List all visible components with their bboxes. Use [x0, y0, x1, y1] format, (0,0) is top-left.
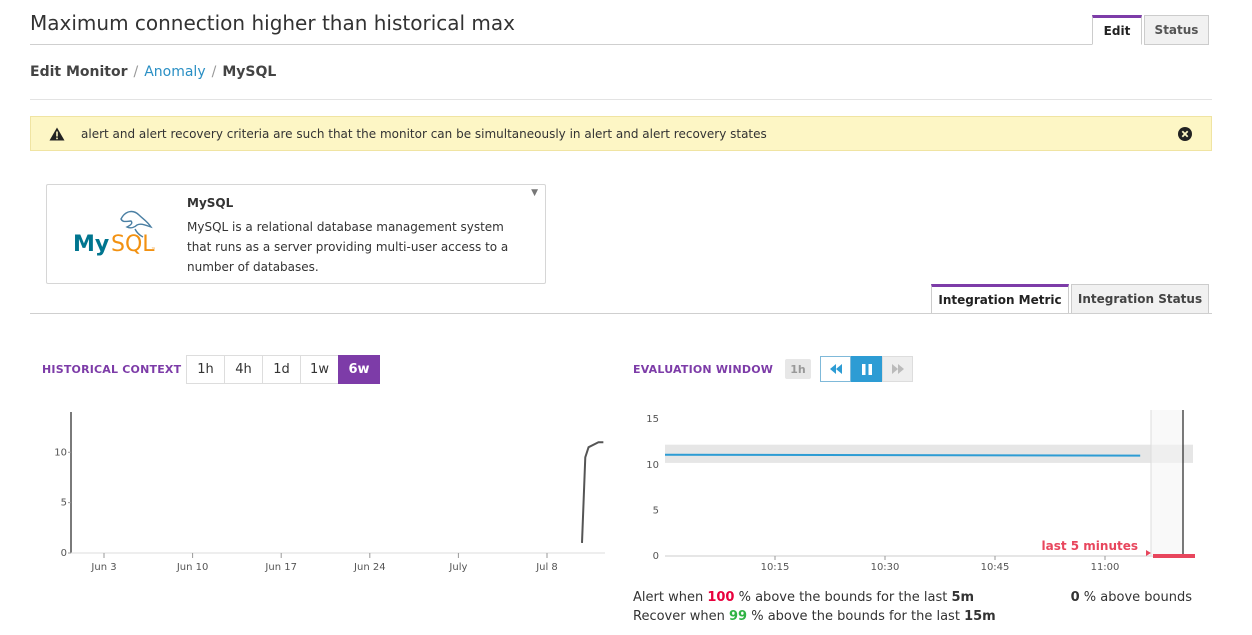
current-percent: 0 — [1070, 590, 1080, 605]
bounds-band — [665, 444, 1193, 463]
recover-window: 15m — [964, 609, 996, 624]
alert-prefix: Alert when — [633, 590, 704, 605]
y-tick-label: 0 — [653, 551, 659, 562]
x-tick-label: Jun 3 — [90, 562, 116, 573]
y-tick-label: 15 — [646, 414, 659, 425]
y-tick-label: 10 — [646, 460, 659, 471]
recover-percent: 99 — [728, 609, 748, 624]
alert-mid: % above the bounds for the last — [738, 590, 948, 605]
x-tick-label: 10:45 — [981, 562, 1010, 573]
recover-prefix: Recover when — [633, 609, 725, 624]
x-tick-label: 10:15 — [761, 562, 790, 573]
x-tick-label: 11:00 — [1091, 562, 1120, 573]
historical-chart: 0 5 10 Jun 3 Jun 10 Jun 17 Jun 24 July Jul 8 — [54, 412, 605, 573]
window-pointer-icon — [1146, 550, 1151, 556]
x-tick-label: Jul 8 — [535, 562, 558, 573]
evaluation-series-line — [664, 453, 1141, 457]
y-tick-label: 5 — [61, 498, 67, 509]
current-suffix: % above bounds — [1083, 590, 1192, 605]
y-tick-label: 5 — [653, 505, 659, 516]
recover-criteria: Recover when 99 % above the bounds for t… — [633, 609, 996, 624]
last-5-minutes-label: last 5 minutes — [1041, 539, 1138, 553]
y-tick-label: 10 — [54, 447, 67, 458]
alert-criteria: Alert when 100 % above the bounds for th… — [633, 590, 974, 605]
charts-canvas: 0 5 10 Jun 3 Jun 10 Jun 17 Jun 24 July Jul 8 0 5 1… — [54, 410, 1195, 573]
x-tick-label: 10:30 — [871, 562, 900, 573]
window-shade — [1151, 410, 1183, 556]
evaluation-chart: 0 5 10 15 10:15 10:30 10:45 11:00 last 5 minutes — [646, 410, 1195, 573]
x-tick-label: Jun 10 — [176, 562, 209, 573]
y-tick-label: 0 — [61, 548, 67, 559]
recover-mid: % above the bounds for the last — [751, 609, 960, 624]
current-above-bounds: 0 % above bounds — [1071, 590, 1192, 605]
alert-percent: 100 — [707, 590, 735, 605]
alert-window: 5m — [951, 590, 975, 605]
alert-window-bar — [1153, 554, 1195, 558]
x-tick-label: Jun 24 — [353, 562, 386, 573]
x-tick-label: Jun 17 — [264, 562, 297, 573]
historical-series-line — [580, 441, 604, 543]
x-tick-label: July — [448, 562, 467, 573]
